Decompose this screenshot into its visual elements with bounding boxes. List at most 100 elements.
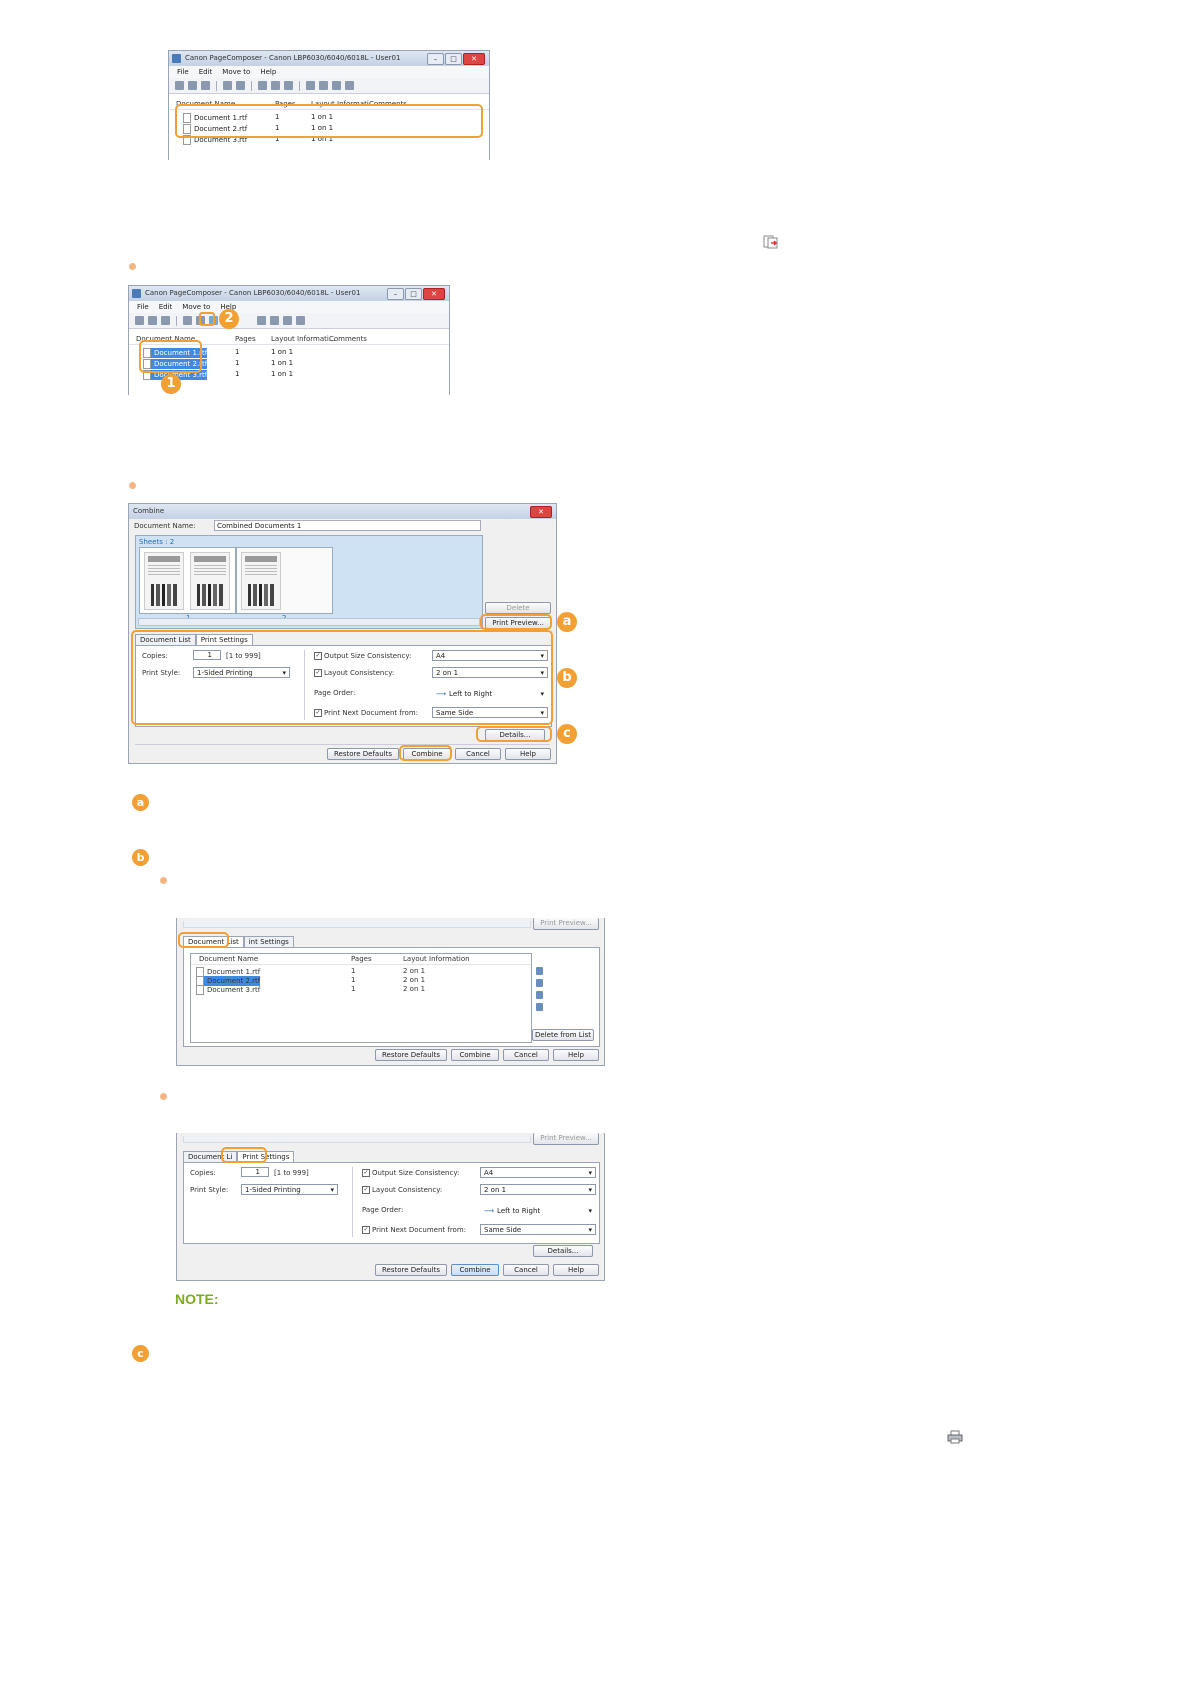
- print-style-select[interactable]: 1-Sided Printing: [241, 1184, 338, 1195]
- menu-edit[interactable]: Edit: [199, 66, 213, 78]
- combine-icon[interactable]: [258, 81, 267, 90]
- print-preview-button[interactable]: Print Preview...: [533, 1133, 599, 1145]
- print-icon[interactable]: [135, 316, 144, 325]
- highlight-document-list-tab: [178, 932, 229, 948]
- highlight-settings-tabs: [131, 630, 553, 725]
- help-button[interactable]: Help: [553, 1264, 599, 1276]
- move-bottom-icon[interactable]: [345, 81, 354, 90]
- print-next-document[interactable]: ✓ Print Next Document from:: [362, 1226, 466, 1234]
- minimize-button[interactable]: –: [387, 288, 404, 300]
- checkbox-checked-icon[interactable]: ✓: [362, 1226, 370, 1234]
- col-document-name[interactable]: Document Name: [199, 955, 258, 963]
- title-bar: Canon PageComposer - Canon LBP6030/6040/…: [129, 286, 449, 301]
- bottom-divider: [135, 744, 550, 745]
- move-up-icon[interactable]: [536, 979, 543, 987]
- close-button[interactable]: ✕: [530, 506, 552, 518]
- menu-edit[interactable]: Edit: [159, 301, 173, 313]
- col-layout-information[interactable]: Layout Information: [403, 955, 470, 963]
- horizontal-scrollbar[interactable]: [138, 618, 480, 626]
- doc-layout: 2 on 1: [403, 985, 426, 993]
- doc-pages: 1: [351, 967, 356, 975]
- move-up-icon[interactable]: [270, 316, 279, 325]
- toolbar-separator: [299, 80, 300, 91]
- edit-icon[interactable]: [188, 81, 197, 90]
- help-button[interactable]: Help: [505, 748, 551, 760]
- toolbar-separator: [251, 80, 252, 91]
- preview-icon[interactable]: [271, 81, 280, 90]
- move-bottom-icon[interactable]: [296, 316, 305, 325]
- settings-icon[interactable]: [284, 81, 293, 90]
- move-down-icon[interactable]: [332, 81, 341, 90]
- menu-file[interactable]: File: [137, 301, 149, 313]
- print-preview-button[interactable]: Print Preview...: [533, 918, 599, 930]
- move-down-icon[interactable]: [536, 991, 543, 999]
- combine-button[interactable]: Combine: [451, 1264, 499, 1276]
- page-order-select[interactable]: ⟶ Left to Right: [480, 1203, 596, 1218]
- printer-icon: [947, 1430, 963, 1444]
- cancel-button[interactable]: Cancel: [455, 748, 501, 760]
- layout-select[interactable]: 2 on 1: [480, 1184, 596, 1195]
- print-icon[interactable]: [175, 81, 184, 90]
- scrollbar-fragment: [183, 921, 531, 928]
- window-title: Canon PageComposer - Canon LBP6030/6040/…: [145, 289, 361, 297]
- move-top-icon[interactable]: [257, 316, 266, 325]
- move-bottom-icon[interactable]: [536, 1003, 543, 1011]
- maximize-button[interactable]: □: [405, 288, 422, 300]
- document-name-label: Document Name:: [134, 522, 196, 530]
- copy-icon[interactable]: [236, 81, 245, 90]
- bullet-point: [129, 482, 136, 489]
- table-row[interactable]: Document 3.rtf: [196, 985, 260, 995]
- note-heading: NOTE:: [175, 1291, 219, 1307]
- move-top-icon[interactable]: [306, 81, 315, 90]
- doc-name: Document 1.rtf: [207, 968, 261, 976]
- move-top-icon[interactable]: [536, 967, 543, 975]
- restore-defaults-button[interactable]: Restore Defaults: [327, 748, 399, 760]
- sheet-thumbnail-2[interactable]: [236, 547, 333, 614]
- restore-defaults-button[interactable]: Restore Defaults: [375, 1049, 447, 1061]
- col-pages[interactable]: Pages: [235, 335, 256, 343]
- document-list-table[interactable]: Document Name Pages Layout Information D…: [190, 953, 532, 1043]
- delete-icon[interactable]: [183, 316, 192, 325]
- sheets-preview-pane[interactable]: Sheets : 2 1 2: [135, 535, 483, 629]
- restore-defaults-button[interactable]: Restore Defaults: [375, 1264, 447, 1276]
- output-size-select[interactable]: A4: [480, 1167, 596, 1178]
- delete-from-list-button[interactable]: Delete from List: [532, 1029, 594, 1041]
- details-button[interactable]: Details...: [533, 1245, 593, 1257]
- col-comments[interactable]: Comments: [329, 335, 367, 343]
- minimize-button[interactable]: –: [427, 53, 444, 65]
- delete-icon[interactable]: [223, 81, 232, 90]
- title-bar: Combine ✕: [129, 504, 556, 519]
- copies-spinner[interactable]: 1: [241, 1167, 269, 1177]
- doc-pages: 1: [235, 370, 240, 378]
- delete-button[interactable]: Delete: [485, 602, 551, 614]
- sheets-count: Sheets : 2: [139, 538, 175, 546]
- move-down-icon[interactable]: [283, 316, 292, 325]
- document-name-input[interactable]: Combined Documents 1: [214, 520, 481, 531]
- sheet-thumbnail-1[interactable]: [139, 547, 236, 614]
- menu-help[interactable]: Help: [260, 66, 276, 78]
- move-up-icon[interactable]: [319, 81, 328, 90]
- help-button[interactable]: Help: [553, 1049, 599, 1061]
- combine-button[interactable]: Combine: [451, 1049, 499, 1061]
- undo-icon[interactable]: [201, 81, 210, 90]
- output-size-consistency[interactable]: ✓ Output Size Consistency:: [362, 1169, 459, 1177]
- undo-icon[interactable]: [161, 316, 170, 325]
- window-title: Canon PageComposer - Canon LBP6030/6040/…: [185, 54, 401, 62]
- edit-icon[interactable]: [148, 316, 157, 325]
- col-pages[interactable]: Pages: [351, 955, 372, 963]
- close-button[interactable]: ✕: [423, 288, 445, 300]
- page-thumbnail: [190, 552, 230, 610]
- doc-layout: 2 on 1: [403, 976, 426, 984]
- menu-move-to[interactable]: Move to: [222, 66, 250, 78]
- maximize-button[interactable]: □: [445, 53, 462, 65]
- layout-label: Layout Consistency:: [372, 1186, 443, 1194]
- print-next-select[interactable]: Same Side: [480, 1224, 596, 1235]
- cancel-button[interactable]: Cancel: [503, 1049, 549, 1061]
- checkbox-checked-icon[interactable]: ✓: [362, 1169, 370, 1177]
- menu-file[interactable]: File: [177, 66, 189, 78]
- layout-consistency[interactable]: ✓ Layout Consistency:: [362, 1186, 442, 1194]
- col-layout[interactable]: Layout Informati...: [271, 335, 336, 343]
- checkbox-checked-icon[interactable]: ✓: [362, 1186, 370, 1194]
- close-button[interactable]: ✕: [463, 53, 485, 65]
- cancel-button[interactable]: Cancel: [503, 1264, 549, 1276]
